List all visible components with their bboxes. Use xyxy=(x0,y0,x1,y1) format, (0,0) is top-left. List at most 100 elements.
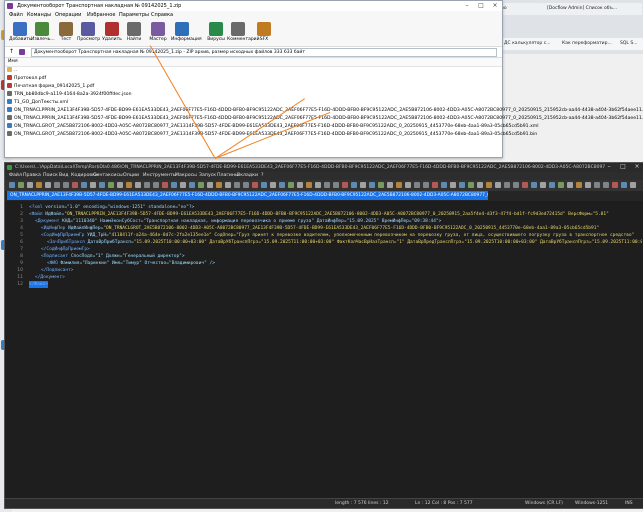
code-line[interactable]: <ЗачПрибТрансп ДатаВрПрибТрансп="15.09.2… xyxy=(47,239,642,246)
editor-menu-item[interactable]: Синтаксисы xyxy=(93,172,123,180)
code-line[interactable]: </Подписант> xyxy=(41,267,74,274)
editor-toolbar-icon[interactable] xyxy=(558,182,564,188)
editor-toolbar-icon[interactable] xyxy=(441,182,447,188)
editor-toolbar-icon[interactable] xyxy=(459,182,465,188)
archive-path-field[interactable]: Документооборот Транспортная накладная №… xyxy=(31,48,497,57)
editor-toolbar-icon[interactable] xyxy=(198,182,204,188)
menu-options[interactable]: Параметры xyxy=(119,11,149,20)
editor-toolbar-icon[interactable] xyxy=(360,182,366,188)
editor-toolbar-icon[interactable] xyxy=(603,182,609,188)
menu-commands[interactable]: Команды xyxy=(27,11,51,20)
editor-toolbar-icon[interactable] xyxy=(621,182,627,188)
editor-toolbar-icon[interactable] xyxy=(162,182,168,188)
code-line[interactable]: </СодИнфПрПриемГр> xyxy=(41,246,90,253)
editor-menu-item[interactable]: Макросы xyxy=(175,172,197,180)
editor-toolbar-icon[interactable] xyxy=(297,182,303,188)
editor-toolbar-icon[interactable] xyxy=(225,182,231,188)
editor-toolbar-icon[interactable] xyxy=(27,182,33,188)
menu-operations[interactable]: Операции xyxy=(55,11,81,20)
editor-toolbar-icon[interactable] xyxy=(630,182,636,188)
editor-toolbar-icon[interactable] xyxy=(243,182,249,188)
close-icon[interactable]: × xyxy=(488,1,502,11)
status-eol[interactable]: Windows (CR LF) xyxy=(525,499,563,508)
editor-toolbar-icon[interactable] xyxy=(333,182,339,188)
найти-button[interactable]: Найти xyxy=(123,21,145,45)
editor-toolbar-icon[interactable] xyxy=(324,182,330,188)
editor-toolbar-icon[interactable] xyxy=(432,182,438,188)
editor-toolbar-icon[interactable] xyxy=(18,182,24,188)
code-line[interactable]: <Документ КНД="1110340" НаимЭконСубСост=… xyxy=(35,218,441,225)
status-encoding[interactable]: Windows-1251 xyxy=(575,499,608,508)
editor-toolbar-icon[interactable] xyxy=(468,182,474,188)
editor-menu-item[interactable]: Вкладки xyxy=(237,172,258,180)
editor-toolbar-icon[interactable] xyxy=(585,182,591,188)
minimize-icon[interactable]: – xyxy=(460,1,474,11)
editor-toolbar-icon[interactable] xyxy=(90,182,96,188)
удалить-button[interactable]: Удалить xyxy=(101,21,123,45)
editor-toolbar-icon[interactable] xyxy=(54,182,60,188)
code-line[interactable]: <Файл ИдФайл="ON_TRNACLPPRIN_2AE13F4F39B… xyxy=(29,211,609,218)
editor-toolbar-icon[interactable] xyxy=(486,182,492,188)
добавить-button[interactable]: Добавить xyxy=(9,21,32,45)
editor-menu-item[interactable]: ? xyxy=(261,172,264,180)
editor-toolbar-icon[interactable] xyxy=(495,182,501,188)
bookmark-item[interactable]: SQL S... xyxy=(620,38,637,50)
code-line[interactable]: <СодИнфПрПриемГр УИД_ТрН="41184l1f-a24a-… xyxy=(41,232,634,239)
code-line[interactable]: <Подписант СпосПодп="1" Должн="Генеральн… xyxy=(41,253,185,260)
извлечь-button[interactable]: Извлечь... xyxy=(31,21,55,45)
file-row[interactable]: .. xyxy=(7,67,17,74)
editor-menu-item[interactable]: Правка xyxy=(23,172,41,180)
menu-file[interactable]: Файл xyxy=(9,11,23,20)
status-mode[interactable]: INS xyxy=(625,499,633,508)
code-line[interactable]: </Документ> xyxy=(35,274,65,281)
column-name-header[interactable]: Имя xyxy=(8,58,18,66)
editor-toolbar-icon[interactable] xyxy=(387,182,393,188)
menu-favorites[interactable]: Избранное xyxy=(87,11,115,20)
maximize-icon[interactable]: □ xyxy=(474,1,488,11)
editor-toolbar-icon[interactable] xyxy=(378,182,384,188)
editor-toolbar-icon[interactable] xyxy=(144,182,150,188)
file-row[interactable]: ON_TRNACLGROT_2AE5B872106-8002-4DD3-A05C… xyxy=(7,123,539,130)
editor-toolbar-icon[interactable] xyxy=(423,182,429,188)
file-row[interactable]: Печатная форма_09142025_1.pdf xyxy=(7,83,94,90)
комментарий-button[interactable]: Комментарий xyxy=(227,21,260,45)
editor-toolbar-icon[interactable] xyxy=(99,182,105,188)
editor-toolbar-icon[interactable] xyxy=(9,182,15,188)
editor-toolbar-icon[interactable] xyxy=(279,182,285,188)
editor-toolbar-icon[interactable] xyxy=(189,182,195,188)
editor-toolbar-icon[interactable] xyxy=(306,182,312,188)
file-row[interactable]: ON_TRNACLPPRIN_2AE13F4F39B-5D57-4FDE-BD9… xyxy=(7,115,643,122)
editor-menu-item[interactable]: Вид xyxy=(59,172,69,180)
menu-help[interactable]: Справка xyxy=(151,11,173,20)
editor-toolbar-icon[interactable] xyxy=(234,182,240,188)
file-row[interactable]: T1_GO_ДопТексты.xml xyxy=(7,99,68,106)
editor-toolbar-icon[interactable] xyxy=(405,182,411,188)
editor-toolbar-icon[interactable] xyxy=(45,182,51,188)
editor-toolbar-icon[interactable] xyxy=(288,182,294,188)
editor-menu-item[interactable]: Запуск xyxy=(199,172,216,180)
code-line[interactable]: </Файл> xyxy=(29,281,48,288)
code-line[interactable]: <?xml version="1.0" encoding="windows-12… xyxy=(29,204,194,211)
editor-toolbar-icon[interactable] xyxy=(72,182,78,188)
minimize-icon[interactable]: – xyxy=(602,162,616,172)
editor-toolbar-icon[interactable] xyxy=(117,182,123,188)
file-row[interactable]: Протокол.pdf xyxy=(7,75,46,82)
editor-toolbar-icon[interactable] xyxy=(270,182,276,188)
editor-toolbar-icon[interactable] xyxy=(369,182,375,188)
bookmark-item[interactable]: ДС калькулятор с... xyxy=(504,38,550,50)
code-area[interactable]: <?xml version="1.0" encoding="windows-12… xyxy=(29,202,642,492)
editor-toolbar-icon[interactable] xyxy=(171,182,177,188)
maximize-icon[interactable]: □ xyxy=(616,162,630,172)
editor-toolbar-icon[interactable] xyxy=(315,182,321,188)
editor-toolbar-icon[interactable] xyxy=(540,182,546,188)
editor-toolbar-icon[interactable] xyxy=(108,182,114,188)
editor-toolbar-icon[interactable] xyxy=(135,182,141,188)
editor-toolbar-icon[interactable] xyxy=(531,182,537,188)
editor-toolbar-icon[interactable] xyxy=(594,182,600,188)
информация-button[interactable]: Информация xyxy=(171,21,202,45)
browser-tab[interactable]: [Docflow Admin] Список объ... xyxy=(544,3,642,15)
bookmark-item[interactable]: Как перeформатир... xyxy=(562,38,612,50)
code-line[interactable]: <ФИО Фамилия="Ларинкин" Имя="Тимур" Отче… xyxy=(47,260,215,267)
editor-toolbar-icon[interactable] xyxy=(576,182,582,188)
editor-toolbar-icon[interactable] xyxy=(522,182,528,188)
